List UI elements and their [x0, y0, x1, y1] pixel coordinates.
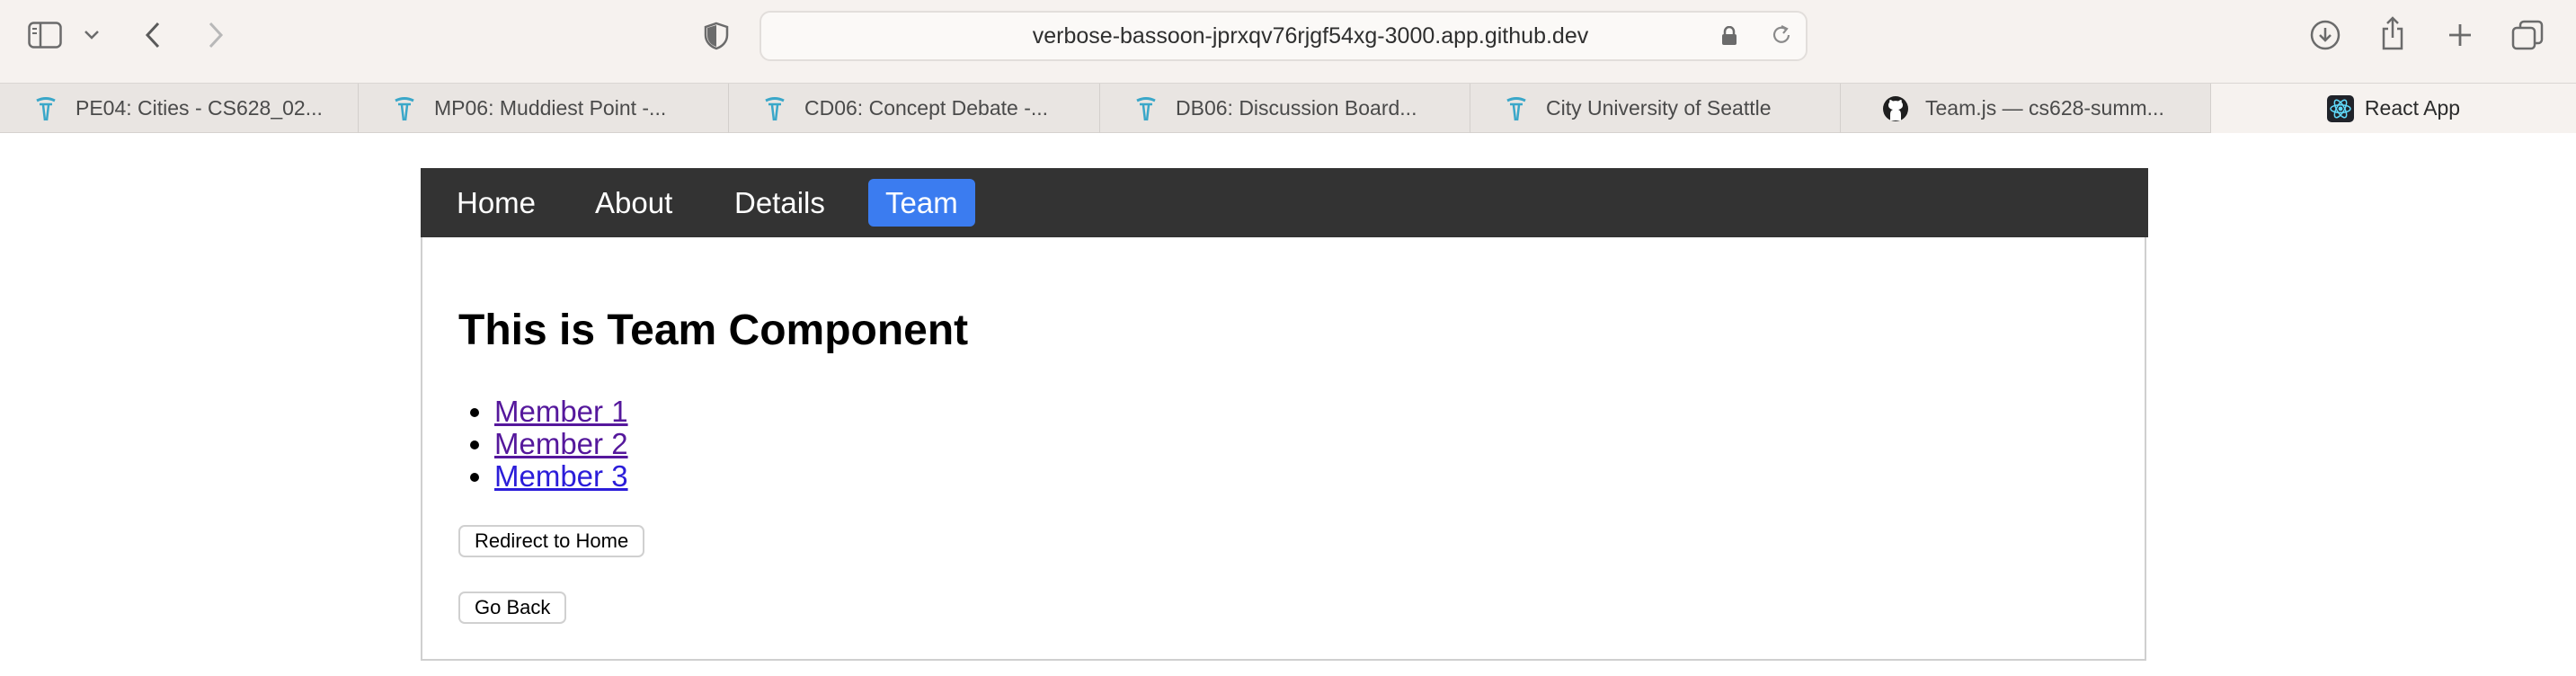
tab-label: City University of Seattle	[1546, 96, 1772, 120]
page-title: This is Team Component	[458, 307, 969, 354]
nav-home[interactable]: Home	[440, 179, 553, 227]
url-text: verbose-bassoon-jprxqv76rjgf54xg-3000.ap…	[1032, 23, 1589, 49]
go-back-button[interactable]: Go Back	[458, 592, 567, 624]
redirect-to-home-button[interactable]: Redirect to Home	[458, 525, 645, 557]
back-icon[interactable]	[139, 18, 166, 52]
browser-toolbar: verbose-bassoon-jprxqv76rjgf54xg-3000.ap…	[0, 0, 2576, 83]
tab-label: DB06: Discussion Board...	[1176, 96, 1417, 120]
tab-bar: PE04: Cities - CS628_02... MP06: Muddies…	[0, 83, 2576, 133]
tab-mp06-muddiest-point[interactable]: MP06: Muddiest Point -...	[359, 84, 729, 133]
tab-db06-discussion-board[interactable]: DB06: Discussion Board...	[1100, 84, 1470, 133]
reload-icon[interactable]	[1770, 23, 1793, 51]
list-item: Member 3	[494, 460, 628, 493]
tab-cd06-concept-debate[interactable]: CD06: Concept Debate -...	[729, 84, 1100, 133]
address-bar[interactable]: verbose-bassoon-jprxqv76rjgf54xg-3000.ap…	[759, 11, 1808, 61]
nav-team[interactable]: Team	[868, 179, 975, 227]
tab-label: Team.js — cs628-summ...	[1925, 96, 2164, 120]
download-icon[interactable]	[2308, 18, 2342, 52]
nav-details[interactable]: Details	[717, 179, 842, 227]
share-icon[interactable]	[2377, 14, 2408, 52]
tab-team-js-github[interactable]: Team.js — cs628-summ...	[1841, 84, 2211, 133]
tab-label: PE04: Cities - CS628_02...	[76, 96, 323, 120]
member-1-link[interactable]: Member 1	[494, 395, 628, 428]
app-container: Home About Details Team This is Team Com…	[421, 168, 2148, 661]
nav-about[interactable]: About	[578, 179, 689, 227]
seattle-needle-icon	[1133, 95, 1159, 122]
tab-pe04-cities[interactable]: PE04: Cities - CS628_02...	[0, 84, 359, 133]
chevron-down-icon[interactable]	[81, 25, 102, 45]
tab-react-app[interactable]: React App	[2211, 84, 2576, 133]
list-item: Member 1	[494, 396, 628, 428]
shield-icon[interactable]	[701, 20, 732, 52]
member-list: Member 1 Member 2 Member 3	[494, 396, 628, 493]
seattle-needle-icon	[32, 95, 59, 122]
tab-label: CD06: Concept Debate -...	[804, 96, 1049, 120]
github-icon	[1882, 95, 1909, 122]
member-2-link[interactable]: Member 2	[494, 427, 628, 460]
tab-city-university[interactable]: City University of Seattle	[1470, 84, 1841, 133]
tab-label: React App	[2364, 96, 2461, 120]
new-tab-icon[interactable]	[2445, 20, 2475, 50]
tab-overview-icon[interactable]	[2509, 18, 2545, 52]
top-nav: Home About Details Team	[421, 168, 2148, 237]
seattle-needle-icon	[761, 95, 788, 122]
react-icon	[2326, 94, 2354, 122]
tab-label: MP06: Muddiest Point -...	[434, 96, 667, 120]
seattle-needle-icon	[391, 95, 418, 122]
list-item: Member 2	[494, 428, 628, 460]
seattle-needle-icon	[1503, 95, 1530, 122]
forward-icon[interactable]	[202, 18, 229, 52]
sidebar-icon[interactable]	[27, 20, 63, 50]
member-3-link[interactable]: Member 3	[494, 459, 628, 493]
